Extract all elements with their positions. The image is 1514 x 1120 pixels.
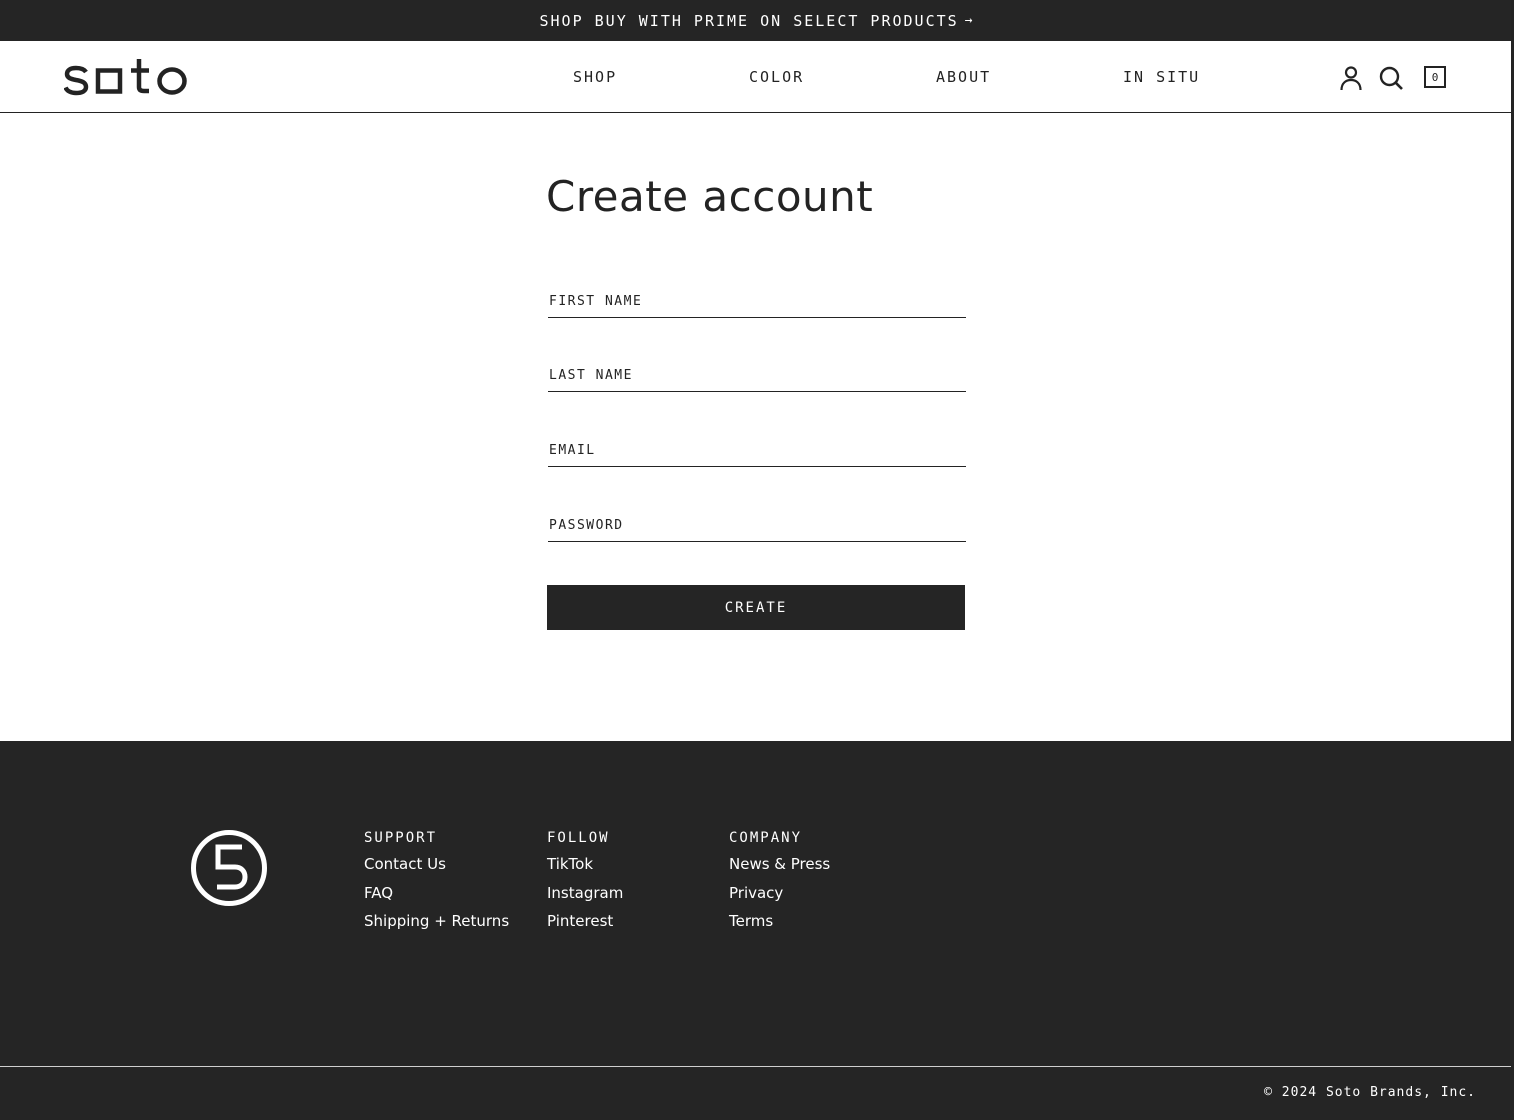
footer-link-pinterest[interactable]: Pinterest bbox=[547, 912, 623, 941]
password-input[interactable] bbox=[548, 510, 966, 541]
last-name-field bbox=[548, 360, 966, 392]
create-button[interactable]: CREATE bbox=[547, 585, 965, 630]
password-field bbox=[548, 510, 966, 542]
nav-shop[interactable]: SHOP bbox=[573, 68, 617, 86]
footer-link-contact-us[interactable]: Contact Us bbox=[364, 855, 509, 884]
footer-column-follow: FOLLOW TikTok Instagram Pinterest bbox=[547, 830, 623, 941]
copyright-text: © 2024 Soto Brands, Inc. bbox=[1264, 1085, 1476, 1100]
nav-color[interactable]: COLOR bbox=[749, 68, 804, 86]
footer-link-shipping-returns[interactable]: Shipping + Returns bbox=[364, 912, 509, 941]
cart-count: 0 bbox=[1431, 70, 1439, 84]
footer-link-news-press[interactable]: News & Press bbox=[729, 855, 830, 884]
soto-logo[interactable]: soto bbox=[64, 58, 188, 96]
first-name-field bbox=[548, 286, 966, 318]
footer-link-privacy[interactable]: Privacy bbox=[729, 884, 830, 913]
announcement-bar[interactable]: SHOP BUY WITH PRIME ON SELECT PRODUCTS → bbox=[0, 0, 1514, 41]
site-header: soto SHOP COLOR ABOUT IN SITU 0 bbox=[0, 41, 1514, 113]
first-name-input[interactable] bbox=[548, 286, 966, 317]
footer-link-terms[interactable]: Terms bbox=[729, 912, 830, 941]
email-input[interactable] bbox=[548, 435, 966, 466]
email-field bbox=[548, 435, 966, 467]
search-icon[interactable] bbox=[1379, 65, 1403, 91]
footer-divider bbox=[0, 1066, 1511, 1067]
page-title: Create account bbox=[546, 172, 874, 221]
footer-heading-company: COMPANY bbox=[729, 830, 803, 846]
footer-heading-support: SUPPORT bbox=[364, 830, 438, 846]
five-circle-logo-icon[interactable] bbox=[190, 829, 268, 907]
nav-about[interactable]: ABOUT bbox=[936, 68, 991, 86]
arrow-right-icon: → bbox=[964, 13, 975, 28]
site-footer: SUPPORT Contact Us FAQ Shipping + Return… bbox=[0, 741, 1514, 1120]
user-icon[interactable] bbox=[1339, 65, 1363, 91]
footer-link-tiktok[interactable]: TikTok bbox=[547, 855, 623, 884]
cart-icon[interactable]: 0 bbox=[1424, 66, 1446, 88]
footer-heading-follow: FOLLOW bbox=[547, 830, 610, 846]
footer-column-support: SUPPORT Contact Us FAQ Shipping + Return… bbox=[364, 830, 509, 941]
nav-in-situ[interactable]: IN SITU bbox=[1123, 68, 1200, 86]
footer-link-faq[interactable]: FAQ bbox=[364, 884, 509, 913]
last-name-input[interactable] bbox=[548, 360, 966, 391]
footer-column-company: COMPANY News & Press Privacy Terms bbox=[729, 830, 830, 941]
footer-link-instagram[interactable]: Instagram bbox=[547, 884, 623, 913]
announcement-text: SHOP BUY WITH PRIME ON SELECT PRODUCTS bbox=[539, 11, 959, 30]
